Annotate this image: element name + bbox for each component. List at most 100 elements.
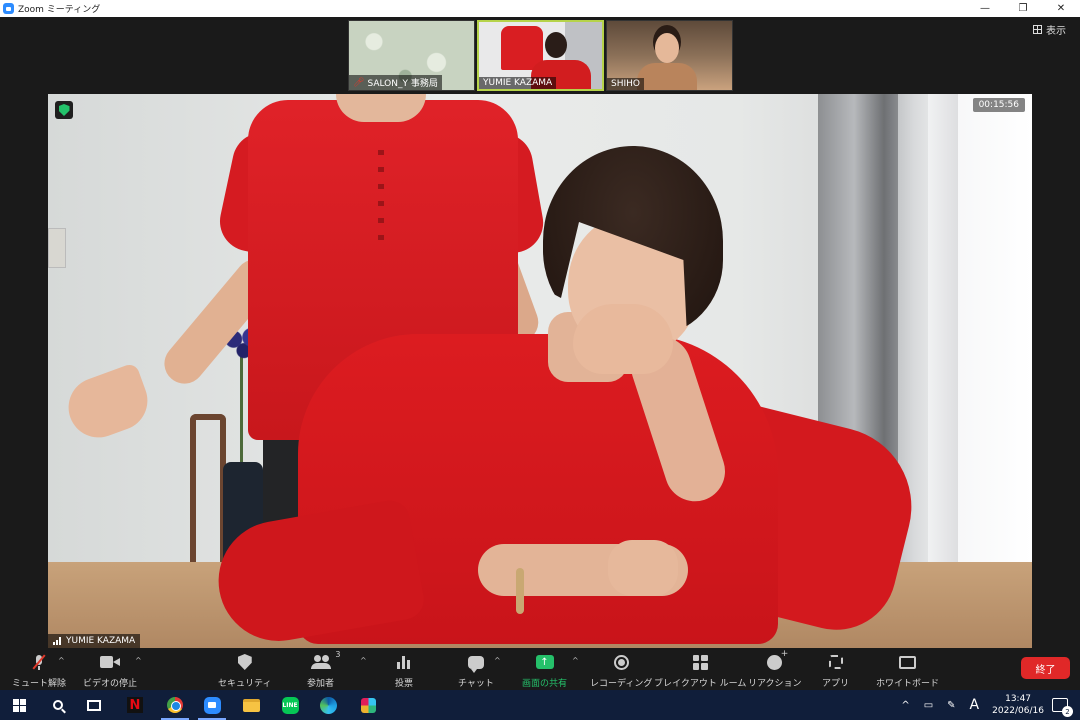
breakout-rooms-button[interactable]: ブレイクアウト ルーム bbox=[654, 652, 746, 689]
chat-label: チャット bbox=[458, 679, 494, 689]
system-tray: ^ ▭ ✎ A 13:47 2022/06/16 2 bbox=[894, 690, 1080, 720]
thumbnail-yumie-kazama[interactable]: YUMIE KAZAMA bbox=[477, 20, 604, 91]
view-label: 表示 bbox=[1046, 26, 1066, 37]
share-options-caret[interactable]: ^ bbox=[572, 656, 579, 665]
zoom-window: Zoom ミーティング — ❐ ✕ 🎤︎ SALON_Y 事務局 YUMIE K… bbox=[0, 0, 1080, 720]
body bbox=[637, 63, 697, 90]
audio-options-caret[interactable]: ^ bbox=[58, 656, 65, 665]
netflix-icon: N bbox=[127, 697, 143, 713]
zoom-app-icon bbox=[3, 3, 14, 14]
reactions-button[interactable]: リアクション bbox=[748, 649, 802, 690]
task-view-icon bbox=[87, 699, 101, 711]
video-scene bbox=[608, 540, 678, 596]
search-button[interactable] bbox=[48, 695, 68, 715]
video-scene bbox=[378, 150, 384, 240]
whiteboard-button[interactable]: ホワイトボード bbox=[876, 652, 939, 689]
participants-options-caret[interactable]: ^ bbox=[360, 656, 367, 665]
thumbnail-name-tag: YUMIE KAZAMA bbox=[479, 77, 557, 89]
video-scene bbox=[516, 568, 524, 614]
participants-button[interactable]: 3 参加者 bbox=[307, 650, 341, 689]
start-button[interactable] bbox=[9, 695, 29, 715]
record-icon bbox=[613, 654, 629, 670]
close-button[interactable]: ✕ bbox=[1042, 0, 1080, 17]
meeting-timer: 00:15:56 bbox=[972, 98, 1025, 112]
poll-icon bbox=[397, 655, 411, 669]
whiteboard-label: ホワイトボード bbox=[876, 679, 940, 689]
search-icon bbox=[53, 700, 63, 710]
reactions-label: リアクション bbox=[748, 679, 802, 689]
speaker-name-tag: YUMIE KAZAMA bbox=[48, 634, 141, 648]
tray-overflow-caret[interactable]: ^ bbox=[901, 700, 909, 711]
chat-icon bbox=[467, 655, 484, 673]
video-scene bbox=[240, 344, 243, 464]
restore-button[interactable]: ❐ bbox=[1004, 0, 1042, 17]
polling-label: 投票 bbox=[395, 679, 414, 689]
chat-button[interactable]: チャット bbox=[458, 652, 494, 689]
grid-icon bbox=[1033, 25, 1042, 34]
view-button[interactable]: 表示 bbox=[1033, 22, 1066, 37]
title-bar: Zoom ミーティング — ❐ ✕ bbox=[0, 0, 1080, 17]
notification-center-icon[interactable]: 2 bbox=[1052, 698, 1073, 717]
apps-label: アプリ bbox=[822, 679, 850, 689]
notification-count: 2 bbox=[1062, 706, 1073, 717]
stop-video-button[interactable]: ビデオの停止 bbox=[83, 652, 137, 689]
video-scene bbox=[573, 304, 673, 374]
meeting-toolbar: ミュート解除 ^ ビデオの停止 ^ セキュリティ 3 参加者 ^ 投票 チャット… bbox=[0, 648, 1080, 690]
thumbnail-salon-y[interactable]: 🎤︎ SALON_Y 事務局 bbox=[348, 20, 475, 91]
camera-icon bbox=[100, 656, 120, 668]
speaker-name: YUMIE KAZAMA bbox=[66, 636, 136, 646]
taskbar-zoom[interactable] bbox=[198, 695, 226, 720]
main-video[interactable]: 00:15:56 YUMIE KAZAMA bbox=[48, 94, 1032, 648]
thumbnail-shiho[interactable]: SHIHO bbox=[606, 20, 733, 91]
participant-name: SHIHO bbox=[611, 79, 640, 89]
chat-options-caret[interactable]: ^ bbox=[494, 656, 501, 665]
video-options-caret[interactable]: ^ bbox=[135, 656, 142, 665]
taskbar-file-explorer[interactable] bbox=[241, 695, 261, 715]
share-screen-button[interactable]: ↑ 画面の共有 bbox=[522, 652, 567, 689]
battery-icon[interactable]: ▭ bbox=[924, 700, 933, 711]
shield-icon bbox=[237, 654, 252, 670]
taskbar-clock[interactable]: 13:47 2022/06/16 bbox=[992, 693, 1044, 717]
zoom-icon bbox=[203, 696, 221, 714]
participant-thumbnails: 🎤︎ SALON_Y 事務局 YUMIE KAZAMA SHIHO bbox=[348, 20, 733, 91]
taskbar-slack[interactable] bbox=[358, 695, 378, 715]
encryption-badge[interactable] bbox=[55, 101, 73, 119]
pen-icon[interactable]: ✎ bbox=[947, 700, 955, 711]
recording-button[interactable]: レコーディング bbox=[590, 652, 652, 689]
folder-icon bbox=[242, 698, 260, 712]
task-view-button[interactable] bbox=[84, 695, 104, 715]
end-meeting-button[interactable]: 終了 bbox=[1021, 657, 1070, 679]
chrome-icon bbox=[167, 697, 183, 713]
thumbnail-name-tag: SHIHO bbox=[607, 78, 644, 90]
stop-video-label: ビデオの停止 bbox=[83, 679, 138, 689]
apps-button[interactable]: アプリ bbox=[822, 652, 849, 689]
ime-indicator[interactable]: A bbox=[970, 697, 980, 713]
participants-label: 参加者 bbox=[307, 679, 335, 689]
participant-name: YUMIE KAZAMA bbox=[483, 78, 553, 88]
share-screen-icon: ↑ bbox=[535, 655, 554, 669]
participants-count: 3 bbox=[335, 650, 341, 659]
participant-name: SALON_Y 事務局 bbox=[367, 79, 438, 89]
mic-muted-icon bbox=[32, 653, 46, 670]
whiteboard-icon bbox=[899, 655, 916, 669]
reaction-icon bbox=[767, 649, 788, 670]
head bbox=[545, 32, 567, 58]
window-controls: — ❐ ✕ bbox=[966, 0, 1080, 17]
minimize-button[interactable]: — bbox=[966, 0, 1004, 17]
line-icon: LINE bbox=[281, 696, 299, 714]
taskbar-line[interactable]: LINE bbox=[280, 695, 300, 715]
mic-muted-icon: 🎤︎ bbox=[353, 77, 365, 88]
clock-time: 13:47 bbox=[1005, 694, 1032, 704]
security-label: セキュリティ bbox=[218, 679, 272, 689]
taskbar-chrome[interactable] bbox=[161, 695, 189, 720]
taskbar-edge[interactable] bbox=[318, 695, 338, 715]
apps-icon bbox=[828, 655, 843, 669]
unmute-label: ミュート解除 bbox=[12, 679, 67, 689]
signal-icon bbox=[53, 637, 63, 645]
thumbnail-name-tag: 🎤︎ SALON_Y 事務局 bbox=[349, 75, 442, 90]
security-button[interactable]: セキュリティ bbox=[218, 652, 271, 689]
taskbar-netflix[interactable]: N bbox=[125, 695, 145, 715]
polling-button[interactable]: 投票 bbox=[395, 652, 413, 689]
breakout-rooms-label: ブレイクアウト ルーム bbox=[654, 679, 747, 689]
participants-icon bbox=[310, 655, 331, 669]
